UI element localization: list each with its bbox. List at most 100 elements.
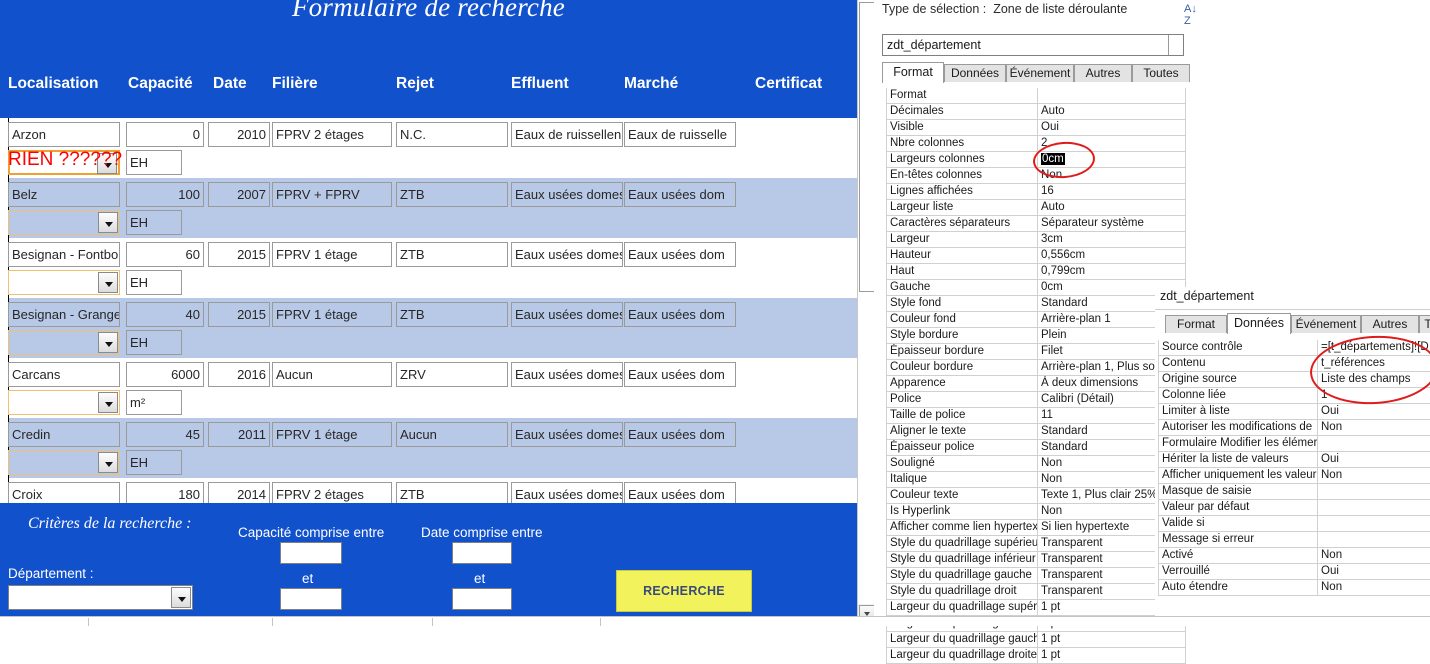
cell-unit[interactable]: EH — [126, 150, 182, 175]
tab-toutes[interactable]: Toutes — [1132, 64, 1190, 82]
cell-unit[interactable]: m² — [126, 390, 182, 415]
property-row[interactable]: Source contrôle =[t_départements]![D — [1158, 340, 1430, 356]
cell-date[interactable]: 2011 — [208, 422, 270, 447]
property-row[interactable]: Largeurs colonnes 0cm — [886, 152, 1186, 168]
property-row[interactable]: Message si erreur — [1158, 532, 1430, 548]
table-row[interactable]: Credin 45 2011 FPRV 1 étage Aucun Eaux usées … — [0, 418, 857, 478]
property-value[interactable]: 2 — [1038, 136, 1186, 151]
cell-filiere[interactable]: FPRV 1 étage — [272, 302, 392, 327]
cell-unit[interactable]: EH — [126, 330, 182, 355]
cell-rejet[interactable]: ZTB — [396, 182, 508, 207]
property-row[interactable]: Apparence À deux dimensions — [886, 376, 1186, 392]
property-value[interactable]: Non — [1318, 468, 1430, 483]
date-max-input[interactable] — [452, 588, 512, 610]
cell-rejet[interactable]: ZTB — [396, 302, 508, 327]
cell-effluent[interactable]: Eaux usées domes — [511, 362, 623, 387]
table-row[interactable]: Belz 100 2007 FPRV + FPRV ZTB Eaux usées dome… — [0, 178, 857, 238]
property-value[interactable]: Liste des champs — [1318, 372, 1430, 387]
property-row[interactable]: Haut 0,799cm — [886, 264, 1186, 280]
cell-marche[interactable]: Eaux usées dom — [624, 302, 736, 327]
cell-date[interactable]: 2007 — [208, 182, 270, 207]
property-value[interactable]: Non — [1318, 580, 1430, 595]
search-button[interactable]: RECHERCHE — [616, 570, 752, 612]
property-row[interactable]: Masque de saisie — [1158, 484, 1430, 500]
property-row[interactable]: Afficher comme lien hypertexte Si lien hy… — [886, 520, 1186, 536]
property-row[interactable]: Nbre colonnes 2 — [886, 136, 1186, 152]
chevron-down-icon[interactable] — [98, 392, 118, 413]
cell-rejet[interactable]: N.C. — [396, 122, 508, 147]
property-row[interactable]: Gauche 0cm — [886, 280, 1186, 296]
cell-date[interactable]: 2016 — [208, 362, 270, 387]
property-row[interactable]: Style du quadrillage supérieur Transparen… — [886, 536, 1186, 552]
property-row[interactable]: Style du quadrillage inférieur Transparen… — [886, 552, 1186, 568]
cell-filiere[interactable]: FPRV + FPRV — [272, 182, 392, 207]
property-value[interactable]: 1 — [1318, 388, 1430, 403]
cell-departement-select[interactable] — [8, 270, 120, 295]
property-value[interactable]: Auto — [1038, 200, 1186, 215]
property-row[interactable]: Style fond Standard — [886, 296, 1186, 312]
table-row[interactable]: Carcans 6000 2016 Aucun ZRV Eaux usées domes E… — [0, 358, 857, 418]
property-row[interactable]: Auto étendre Non — [1158, 580, 1430, 596]
cell-rejet[interactable]: ZTB — [396, 242, 508, 267]
chevron-down-icon[interactable] — [98, 272, 118, 293]
property-value[interactable] — [1318, 516, 1430, 531]
cell-effluent[interactable]: Eaux de ruissellen — [511, 122, 623, 147]
property-value[interactable]: 1 pt — [1038, 632, 1186, 647]
property-value[interactable] — [1318, 436, 1430, 451]
property-value[interactable]: Séparateur système — [1038, 216, 1186, 231]
form-vertical-scrollbar[interactable] — [857, 0, 876, 625]
cell-effluent[interactable]: Eaux usées domes — [511, 422, 623, 447]
tab2-autres[interactable]: Autres — [1361, 315, 1419, 333]
cell-filiere[interactable]: FPRV 1 étage — [272, 242, 392, 267]
cell-effluent[interactable]: Eaux usées domes — [511, 242, 623, 267]
property-row[interactable]: Formulaire Modifier les élémer — [1158, 436, 1430, 452]
capacite-min-input[interactable] — [280, 542, 342, 564]
property-row[interactable]: Épaisseur bordure Filet — [886, 344, 1186, 360]
cell-marche[interactable]: Eaux usées dom — [624, 182, 736, 207]
tab-vnement[interactable]: Événement — [1006, 64, 1074, 82]
cell-departement-select[interactable] — [8, 450, 120, 475]
property-row[interactable]: Italique Non — [886, 472, 1186, 488]
property-row[interactable]: Hériter la liste de valeurs Oui — [1158, 452, 1430, 468]
property-value[interactable] — [1318, 484, 1430, 499]
property-value[interactable]: Non — [1318, 548, 1430, 563]
cell-date[interactable]: 2015 — [208, 302, 270, 327]
cell-capacite[interactable]: 6000 — [126, 362, 204, 387]
property-row[interactable]: Largeur du quadrillage gauche 1 pt — [886, 632, 1186, 648]
cell-localisation[interactable]: Besignan - Fontbo — [8, 242, 120, 267]
property-value[interactable] — [1318, 500, 1430, 515]
property-value-selected[interactable]: 0cm — [1041, 153, 1065, 165]
cell-capacite[interactable]: 60 — [126, 242, 204, 267]
property-value[interactable]: =[t_départements]![D — [1318, 340, 1430, 355]
tab-autres[interactable]: Autres — [1074, 64, 1132, 82]
property-row[interactable]: Aligner le texte Standard — [886, 424, 1186, 440]
property-row[interactable]: En-têtes colonnes Non — [886, 168, 1186, 184]
cell-localisation[interactable]: Carcans — [8, 362, 120, 387]
property-row[interactable]: Is Hyperlink Non — [886, 504, 1186, 520]
property-row[interactable]: Hauteur 0,556cm — [886, 248, 1186, 264]
cell-marche[interactable]: Eaux de ruisselle — [624, 122, 736, 147]
cell-date[interactable]: 2015 — [208, 242, 270, 267]
property-value[interactable] — [1038, 88, 1186, 103]
property-value[interactable]: 0cm — [1038, 152, 1186, 167]
table-row[interactable]: Arzon 0 2010 FPRV 2 étages N.C. Eaux de ruiss… — [0, 118, 857, 178]
cell-localisation[interactable]: Credin — [8, 422, 120, 447]
cell-marche[interactable]: Eaux usées dom — [624, 242, 736, 267]
property-row[interactable]: Couleur texte Texte 1, Plus clair 25% — [886, 488, 1186, 504]
cell-localisation[interactable]: Besignan - Grange — [8, 302, 120, 327]
cell-effluent[interactable]: Eaux usées domes — [511, 182, 623, 207]
cell-capacite[interactable]: 0 — [126, 122, 204, 147]
property-row[interactable]: Afficher uniquement les valeur Non — [1158, 468, 1430, 484]
property-row[interactable]: Colonne liée 1 — [1158, 388, 1430, 404]
cell-capacite[interactable]: 40 — [126, 302, 204, 327]
tab-format[interactable]: Format — [882, 62, 944, 83]
property-row[interactable]: Épaisseur police Standard — [886, 440, 1186, 456]
property-row[interactable]: Format — [886, 88, 1186, 104]
cell-filiere[interactable]: FPRV 1 étage — [272, 422, 392, 447]
property-value[interactable]: 0,799cm — [1038, 264, 1186, 279]
property-row[interactable]: Souligné Non — [886, 456, 1186, 472]
cell-marche[interactable]: Eaux usées dom — [624, 362, 736, 387]
cell-localisation[interactable]: Arzon — [8, 122, 120, 147]
table-row[interactable]: Besignan - Fontbo 60 2015 FPRV 1 étage ZTB Ea… — [0, 238, 857, 298]
property-row[interactable]: Style du quadrillage droit Transparent — [886, 584, 1186, 600]
